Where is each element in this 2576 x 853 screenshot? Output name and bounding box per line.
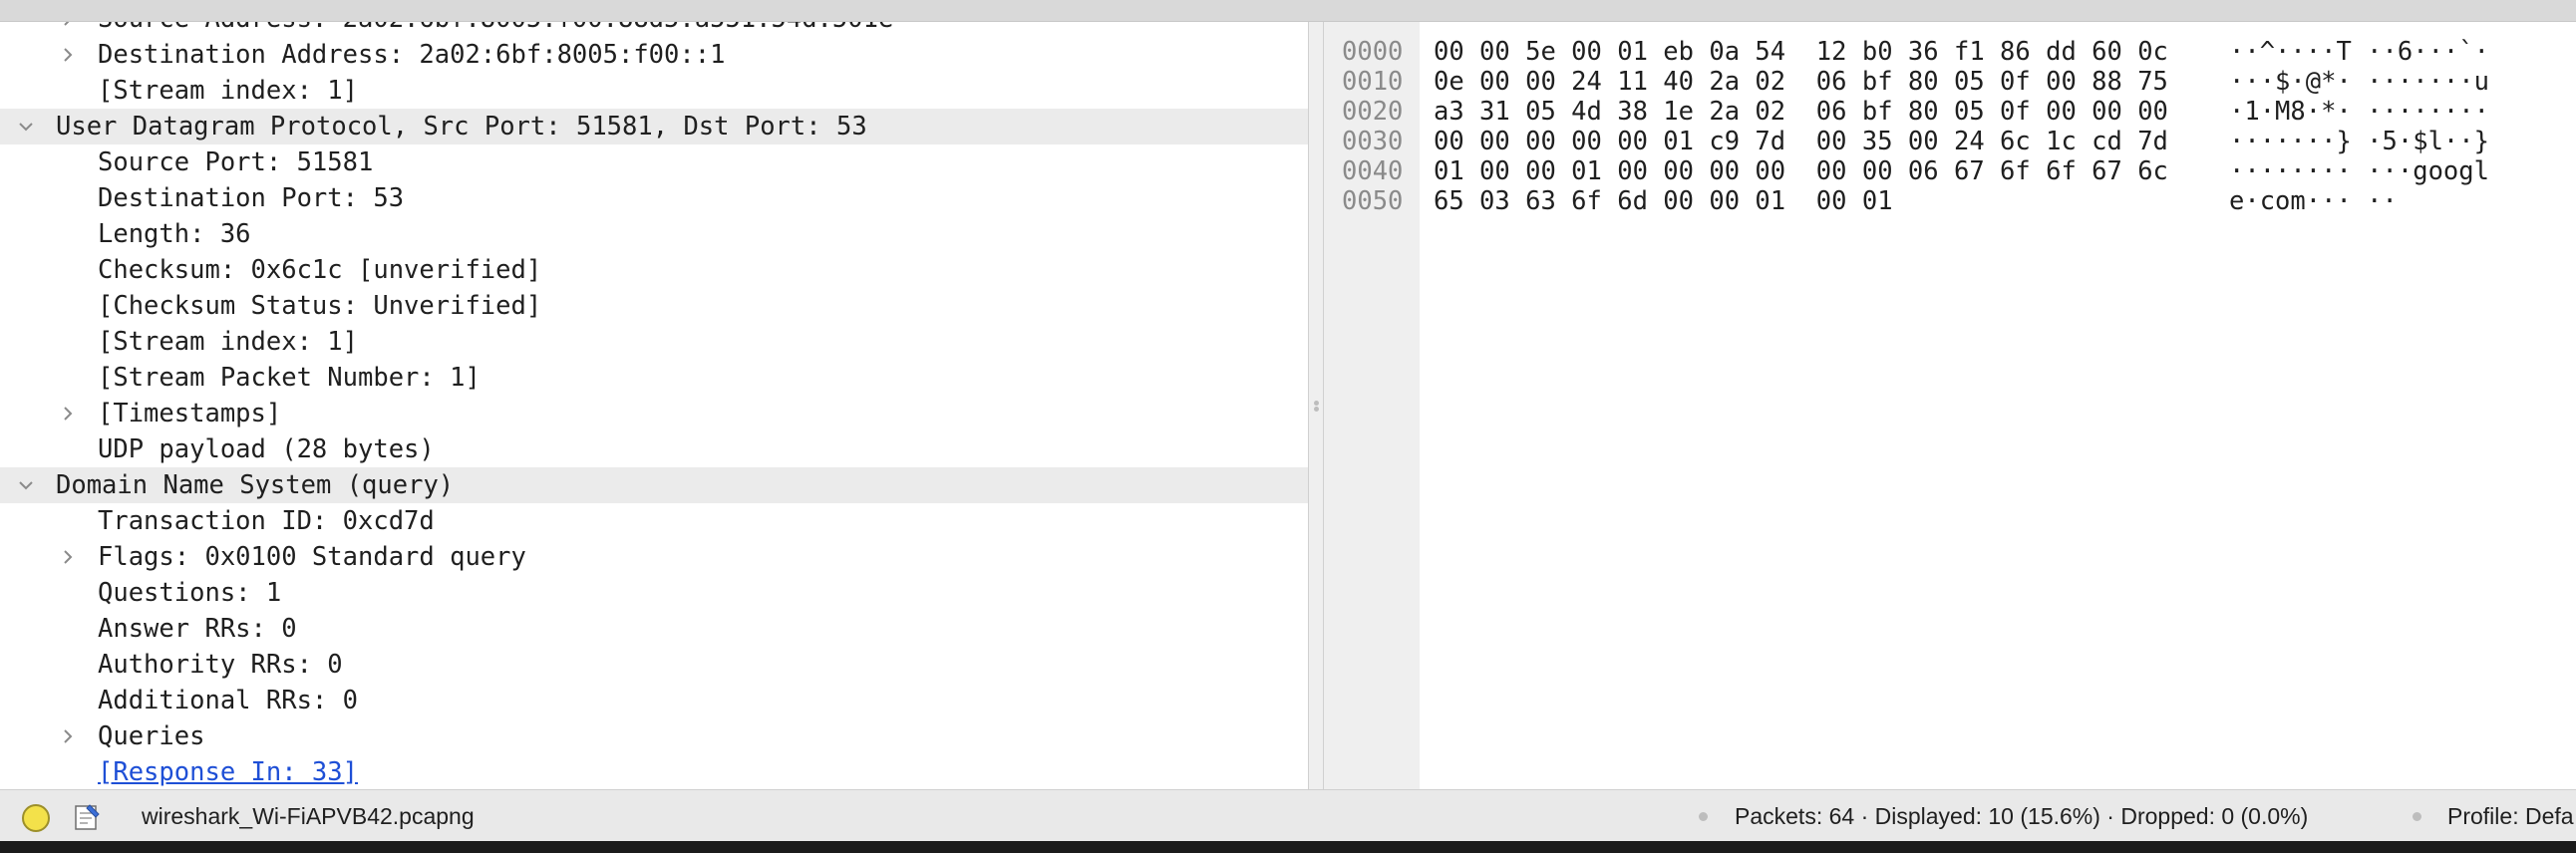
- tree-section-row[interactable]: Domain Name System (query): [0, 467, 1308, 503]
- splitter-grip-dot: [1314, 401, 1319, 406]
- tree-row[interactable]: [Response In: 33]: [0, 754, 1308, 789]
- chevron-right-icon[interactable]: [56, 396, 80, 431]
- tree-row-label: [Timestamps]: [98, 399, 282, 428]
- byte-offset: 0010: [1342, 67, 1404, 97]
- ascii-bytes[interactable]: ·······} ·5·$l··}: [2229, 127, 2489, 156]
- chevron-down-icon[interactable]: [14, 109, 38, 144]
- tree-row-label: User Datagram Protocol, Src Port: 51581,…: [56, 112, 867, 142]
- tree-row[interactable]: Length: 36: [0, 216, 1308, 252]
- tree-row[interactable]: Destination Address: 2a02:6bf:8005:f00::…: [0, 37, 1308, 73]
- tree-row[interactable]: Additional RRs: 0: [0, 683, 1308, 718]
- byte-offset: 0040: [1342, 156, 1404, 186]
- tree-row-label: Destination Address: 2a02:6bf:8005:f00::…: [98, 40, 726, 70]
- tree-row[interactable]: Destination Port: 53: [0, 180, 1308, 216]
- chevron-right-icon[interactable]: [56, 37, 80, 73]
- tree-row[interactable]: Source Address: 2a02:6bf:8005:f00:88d5:a…: [0, 22, 1308, 37]
- window-bottom-edge: [0, 841, 2576, 853]
- tree-row[interactable]: [Timestamps]: [0, 396, 1308, 431]
- chevron-right-icon[interactable]: [56, 718, 80, 754]
- ascii-bytes[interactable]: ·1·M8·*· ········: [2229, 97, 2489, 127]
- ascii-bytes[interactable]: e·com··· ··: [2229, 186, 2398, 216]
- chevron-down-icon[interactable]: [14, 467, 38, 503]
- hex-bytes[interactable]: 00 00 5e 00 01 eb 0a 54 12 b0 36 f1 86 d…: [1434, 37, 2168, 67]
- splitter-grip-dot: [1314, 407, 1319, 412]
- tree-row[interactable]: UDP payload (28 bytes): [0, 431, 1308, 467]
- tree-row[interactable]: [Stream index: 1]: [0, 324, 1308, 360]
- tree-row-label: Length: 36: [98, 219, 251, 249]
- tree-row[interactable]: Transaction ID: 0xcd7d: [0, 503, 1308, 539]
- status-separator-dot: [1699, 812, 1708, 821]
- packet-details-pane[interactable]: Source Address: 2a02:6bf:8005:f00:88d5:a…: [0, 22, 1308, 789]
- packet-counts: Packets: 64 · Displayed: 10 (15.6%) · Dr…: [1735, 803, 2309, 829]
- tree-row[interactable]: [Stream index: 1]: [0, 73, 1308, 109]
- hex-bytes[interactable]: 0e 00 00 24 11 40 2a 02 06 bf 80 05 0f 0…: [1434, 67, 2168, 97]
- byte-offset: 0050: [1342, 186, 1404, 216]
- tree-row-label: Authority RRs: 0: [98, 650, 343, 680]
- tree-row[interactable]: Queries: [0, 718, 1308, 754]
- tree-row-label: Additional RRs: 0: [98, 686, 358, 715]
- ascii-bytes[interactable]: ··^····T ··6···`·: [2229, 37, 2489, 67]
- pane-splitter[interactable]: [1308, 22, 1324, 789]
- profile-label[interactable]: Profile: Defa: [2447, 790, 2574, 842]
- tree-row-label: Source Address: 2a02:6bf:8005:f00:88d5:a…: [98, 22, 893, 37]
- byte-offset: 0030: [1342, 127, 1404, 156]
- tree-row-label: Destination Port: 53: [98, 183, 405, 213]
- capture-file-name: wireshark_Wi-FiAPVB42.pcapng: [142, 803, 475, 829]
- tree-row-label: Source Port: 51581: [98, 147, 374, 177]
- tree-row-label: Answer RRs: 0: [98, 614, 297, 644]
- tree-row[interactable]: Authority RRs: 0: [0, 647, 1308, 683]
- hex-bytes[interactable]: 65 03 63 6f 6d 00 00 01 00 01: [1434, 186, 1893, 216]
- pane-top-strip: [0, 0, 2576, 22]
- tree-row-label: [Stream index: 1]: [98, 327, 358, 357]
- packet-bytes-pane[interactable]: 0000 00 00 5e 00 01 eb 0a 54 12 b0 36 f1 …: [1324, 22, 2576, 789]
- tree-row-label: Transaction ID: 0xcd7d: [98, 506, 435, 536]
- byte-offset: 0020: [1342, 97, 1404, 127]
- byte-offset: 0000: [1342, 37, 1404, 67]
- tree-row[interactable]: Checksum: 0x6c1c [unverified]: [0, 252, 1308, 288]
- hex-bytes[interactable]: 01 00 00 01 00 00 00 00 00 00 06 67 6f 6…: [1434, 156, 2168, 186]
- hex-bytes[interactable]: a3 31 05 4d 38 1e 2a 02 06 bf 80 05 0f 0…: [1434, 97, 2168, 127]
- status-bar: wireshark_Wi-FiAPVB42.pcapng Packets: 64…: [0, 789, 2576, 841]
- tree-row-label: Queries: [98, 721, 205, 751]
- ascii-bytes[interactable]: ········ ···googl: [2229, 156, 2489, 186]
- tree-row[interactable]: [Stream Packet Number: 1]: [0, 360, 1308, 396]
- chevron-right-icon[interactable]: [56, 22, 80, 37]
- tree-row-label: Domain Name System (query): [56, 470, 455, 500]
- tree-row-label: Flags: 0x0100 Standard query: [98, 542, 526, 572]
- status-separator-dot: [2413, 812, 2421, 821]
- tree-row[interactable]: [Checksum Status: Unverified]: [0, 288, 1308, 324]
- hex-bytes[interactable]: 00 00 00 00 00 01 c9 7d 00 35 00 24 6c 1…: [1434, 127, 2168, 156]
- tree-row-label: Checksum: 0x6c1c [unverified]: [98, 255, 542, 285]
- tree-row-label: [Stream index: 1]: [98, 76, 358, 106]
- chevron-right-icon[interactable]: [56, 539, 80, 575]
- tree-row-label: UDP payload (28 bytes): [98, 434, 435, 464]
- response-link[interactable]: [Response In: 33]: [98, 754, 358, 789]
- tree-row[interactable]: Flags: 0x0100 Standard query: [0, 539, 1308, 575]
- tree-row[interactable]: Source Port: 51581: [0, 144, 1308, 180]
- tree-section-row[interactable]: User Datagram Protocol, Src Port: 51581,…: [0, 109, 1308, 144]
- tree-row-label: [Checksum Status: Unverified]: [98, 291, 542, 321]
- expert-info-yellow-circle-icon[interactable]: [22, 804, 50, 832]
- tree-row-label: Questions: 1: [98, 578, 282, 608]
- capture-comment-notepad-icon[interactable]: [72, 802, 102, 832]
- tree-row-label: [Stream Packet Number: 1]: [98, 363, 481, 393]
- tree-row[interactable]: Questions: 1: [0, 575, 1308, 611]
- ascii-bytes[interactable]: ···$·@*· ·······u: [2229, 67, 2489, 97]
- tree-row[interactable]: Answer RRs: 0: [0, 611, 1308, 647]
